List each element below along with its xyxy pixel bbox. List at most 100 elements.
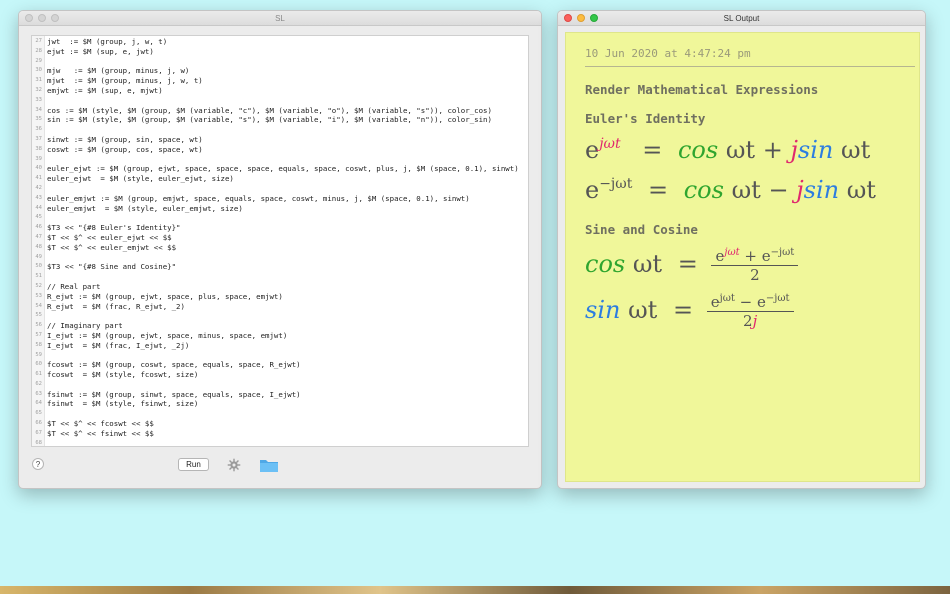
- code-line[interactable]: 41 euler_ejwt = $M (style, euler_ejwt, si…: [32, 174, 528, 184]
- code-line[interactable]: 59: [32, 351, 528, 361]
- help-button[interactable]: ?: [32, 458, 44, 470]
- run-button[interactable]: Run: [178, 458, 209, 471]
- code-line[interactable]: 49: [32, 253, 528, 263]
- code-line[interactable]: 39: [32, 155, 528, 165]
- minimize-button[interactable]: [577, 14, 585, 22]
- code-line[interactable]: 64 fsinwt = $M (style, fsinwt, size): [32, 399, 528, 409]
- code-text: I_ejwt = $M (frac, I_ejwt, _2j): [47, 340, 190, 350]
- line-number: 57: [35, 331, 42, 338]
- code-line[interactable]: 57 I_ejwt := $M (group, ejwt, space, minu…: [32, 331, 528, 341]
- line-number: 55: [35, 312, 42, 319]
- editor-titlebar[interactable]: SL: [19, 11, 541, 26]
- folder-icon[interactable]: [259, 457, 279, 473]
- code-line[interactable]: 54 R_ejwt = $M (frac, R_ejwt, _2): [32, 302, 528, 312]
- code-text: // Imaginary part: [47, 321, 123, 331]
- code-line[interactable]: 50 $T3 << "{#8 Sine and Cosine}": [32, 262, 528, 272]
- code-line[interactable]: 60 fcoswt := $M (group, coswt, space, equ…: [32, 360, 528, 370]
- close-button[interactable]: [25, 14, 33, 22]
- code-line[interactable]: 38 coswt := $M (group, cos, space, wt): [32, 145, 528, 155]
- code-text: cos := $M (style, $M (group, $M (variabl…: [47, 105, 492, 115]
- zoom-button[interactable]: [51, 14, 59, 22]
- code-line[interactable]: 37 sinwt := $M (group, sin, space, wt): [32, 135, 528, 145]
- code-line[interactable]: 67 $T << $^ << fsinwt << $$: [32, 429, 528, 439]
- line-number: 37: [35, 135, 42, 142]
- code-line[interactable]: 31 mjwt := $M (group, minus, j, w, t): [32, 76, 528, 86]
- line-number: 61: [35, 371, 42, 378]
- line-number: 43: [35, 194, 42, 201]
- code-line[interactable]: 68: [32, 439, 528, 446]
- code-text: sin := $M (style, $M (group, $M (variabl…: [47, 115, 492, 125]
- code-text: $T3 << "{#8 Sine and Cosine}": [47, 262, 177, 272]
- close-button[interactable]: [564, 14, 572, 22]
- code-line[interactable]: 51: [32, 272, 528, 282]
- line-number: 48: [35, 243, 42, 250]
- line-number: 41: [35, 175, 42, 182]
- code-line[interactable]: 32 emjwt := $M (sup, e, mjwt): [32, 86, 528, 96]
- code-line[interactable]: 36: [32, 125, 528, 135]
- code-line[interactable]: 62: [32, 380, 528, 390]
- code-text: // Real part: [47, 281, 101, 291]
- editor-title: SL: [275, 14, 285, 23]
- code-line[interactable]: 44 euler_emjwt = $M (style, euler_emjwt, …: [32, 204, 528, 214]
- code-line[interactable]: 40 euler_ejwt := $M (group, ejwt, space, …: [32, 164, 528, 174]
- line-number: 58: [35, 341, 42, 348]
- output-panel: 10 Jun 2020 at 4:47:24 pm Render Mathema…: [565, 32, 920, 482]
- gear-icon[interactable]: [227, 458, 241, 472]
- code-line[interactable]: 66 $T << $^ << fcoswt << $$: [32, 419, 528, 429]
- code-text: ejwt := $M (sup, e, jwt): [47, 46, 154, 56]
- code-text: emjwt := $M (sup, e, mjwt): [47, 85, 163, 95]
- code-line[interactable]: 47 $T << $^ << euler_ejwt << $$: [32, 233, 528, 243]
- code-editor[interactable]: 27 jwt := $M (group, j, w, t) 28 ejwt := $M…: [31, 35, 529, 447]
- minimize-button[interactable]: [38, 14, 46, 22]
- window-controls: [564, 14, 598, 22]
- code-line[interactable]: 29: [32, 57, 528, 67]
- code-line[interactable]: 61 fcoswt = $M (style, fcoswt, size): [32, 370, 528, 380]
- code-text: I_ejwt := $M (group, ejwt, space, minus,…: [47, 330, 288, 340]
- code-line[interactable]: 45: [32, 213, 528, 223]
- code-line[interactable]: 63 fsinwt := $M (group, sinwt, space, equ…: [32, 390, 528, 400]
- code-line[interactable]: 56 // Imaginary part: [32, 321, 528, 331]
- zoom-button[interactable]: [590, 14, 598, 22]
- code-text: $T << $^ << fcoswt << $$: [47, 419, 154, 429]
- editor-window: SL 27 jwt := $M (group, j, w, t) 28 ejwt :=…: [18, 10, 542, 489]
- code-line[interactable]: 35 sin := $M (style, $M (group, $M (varia…: [32, 115, 528, 125]
- code-line[interactable]: 27 jwt := $M (group, j, w, t): [32, 37, 528, 47]
- line-number: 53: [35, 292, 42, 299]
- equation-euler-positive: ejωt = cos ωt + jsin ωt: [585, 136, 871, 164]
- code-line[interactable]: 55: [32, 311, 528, 321]
- line-number: 40: [35, 165, 42, 172]
- code-lines: 27 jwt := $M (group, j, w, t) 28 ejwt := $M…: [32, 37, 528, 446]
- heading-main: Render Mathematical Expressions: [585, 82, 819, 97]
- output-titlebar[interactable]: SL Output: [558, 11, 925, 26]
- window-controls: [25, 14, 59, 22]
- code-line[interactable]: 33: [32, 96, 528, 106]
- line-number: 51: [35, 273, 42, 280]
- code-line[interactable]: 53 R_ejwt := $M (group, ejwt, space, plus…: [32, 292, 528, 302]
- code-line[interactable]: 58 I_ejwt = $M (frac, I_ejwt, _2j): [32, 341, 528, 351]
- line-number: 49: [35, 253, 42, 260]
- equation-sine: sin ωt = ejωt − e−jωt 2j: [585, 293, 794, 330]
- code-line[interactable]: 30 mjw := $M (group, minus, j, w): [32, 66, 528, 76]
- code-text: mjw := $M (group, minus, j, w): [47, 66, 190, 76]
- code-line[interactable]: 34 cos := $M (style, $M (group, $M (varia…: [32, 106, 528, 116]
- line-number: 33: [35, 96, 42, 103]
- code-line[interactable]: 28 ejwt := $M (sup, e, jwt): [32, 47, 528, 57]
- line-number: 44: [35, 204, 42, 211]
- line-number: 65: [35, 410, 42, 417]
- code-line[interactable]: 43 euler_emjwt := $M (group, emjwt, space…: [32, 194, 528, 204]
- code-line[interactable]: 42: [32, 184, 528, 194]
- divider: [585, 66, 915, 67]
- code-line[interactable]: 48 $T << $^ << euler_emjwt << $$: [32, 243, 528, 253]
- code-line[interactable]: 65: [32, 409, 528, 419]
- line-number: 56: [35, 322, 42, 329]
- code-line[interactable]: 46 $T3 << "{#8 Euler's Identity}": [32, 223, 528, 233]
- code-line[interactable]: 52 // Real part: [32, 282, 528, 292]
- desktop-wallpaper-edge: [0, 586, 950, 594]
